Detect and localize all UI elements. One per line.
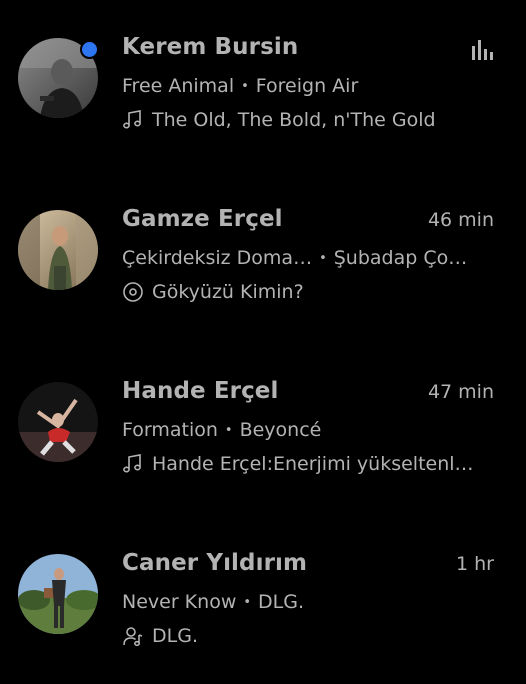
last-active-time: 47 min xyxy=(427,381,494,403)
context-line: Hande Erçel:Enerjimi yükseltenl… xyxy=(122,453,494,475)
context-line: Gökyüzü Kimin? xyxy=(122,281,494,303)
track-title[interactable]: Never Know xyxy=(122,591,236,613)
friend-row-caner-yildirim[interactable]: Caner Yıldırım 1 hr Never Know • DLG. DLG. xyxy=(0,550,526,684)
friend-row-kerem-bursin[interactable]: Kerem Bursin Free Animal • Foreign Air The… xyxy=(0,34,526,168)
online-status-dot xyxy=(80,40,99,59)
artist-name[interactable]: DLG. xyxy=(258,591,304,613)
track-title[interactable]: Çekirdeksiz Doma… xyxy=(122,247,312,269)
friend-name[interactable]: Kerem Bursin xyxy=(122,34,298,60)
separator: • xyxy=(243,595,252,610)
track-title[interactable]: Formation xyxy=(122,419,218,441)
friend-name[interactable]: Hande Erçel xyxy=(122,378,279,404)
friend-row-hande-ercel[interactable]: Hande Erçel 47 min Formation • Beyoncé Han… xyxy=(0,378,526,512)
artist-name[interactable]: Şubadap Ço… xyxy=(334,247,468,269)
separator: • xyxy=(224,423,233,438)
context-name[interactable]: The Old, The Bold, n'The Gold xyxy=(152,109,436,131)
avatar[interactable] xyxy=(18,554,98,634)
last-active-time: 1 hr xyxy=(456,553,494,575)
context-line: DLG. xyxy=(122,625,494,647)
music-note-icon xyxy=(122,109,144,131)
separator: • xyxy=(319,251,327,266)
track-line: Free Animal • Foreign Air xyxy=(122,75,494,97)
friend-name[interactable]: Caner Yıldırım xyxy=(122,550,307,576)
friend-activity-feed: Kerem Bursin Free Animal • Foreign Air The… xyxy=(0,0,526,672)
avatar[interactable] xyxy=(18,210,98,290)
context-line: The Old, The Bold, n'The Gold xyxy=(122,109,494,131)
artist-icon xyxy=(122,625,144,647)
avatar-wrap xyxy=(18,38,99,118)
avatar-wrap xyxy=(18,210,98,290)
track-line: Formation • Beyoncé xyxy=(122,419,494,441)
track-title[interactable]: Free Animal xyxy=(122,75,234,97)
context-name[interactable]: DLG. xyxy=(152,625,198,647)
track-line: Çekirdeksiz Doma… • Şubadap Ço… xyxy=(122,247,494,269)
artist-name[interactable]: Beyoncé xyxy=(240,419,322,441)
avatar-wrap xyxy=(18,554,98,634)
separator: • xyxy=(241,79,249,94)
artist-name[interactable]: Foreign Air xyxy=(256,75,358,97)
now-playing-bars-icon xyxy=(472,40,494,60)
avatar-wrap xyxy=(18,382,98,462)
friend-row-gamze-ercel[interactable]: Gamze Erçel 46 min Çekirdeksiz Doma… • Şub… xyxy=(0,206,526,340)
friend-name[interactable]: Gamze Erçel xyxy=(122,206,283,232)
music-note-icon xyxy=(122,453,144,475)
album-disc-icon xyxy=(122,281,144,303)
last-active-time: 46 min xyxy=(427,209,494,231)
avatar[interactable] xyxy=(18,382,98,462)
context-name[interactable]: Gökyüzü Kimin? xyxy=(152,281,304,303)
track-line: Never Know • DLG. xyxy=(122,591,494,613)
context-name[interactable]: Hande Erçel:Enerjimi yükseltenl… xyxy=(152,453,474,475)
